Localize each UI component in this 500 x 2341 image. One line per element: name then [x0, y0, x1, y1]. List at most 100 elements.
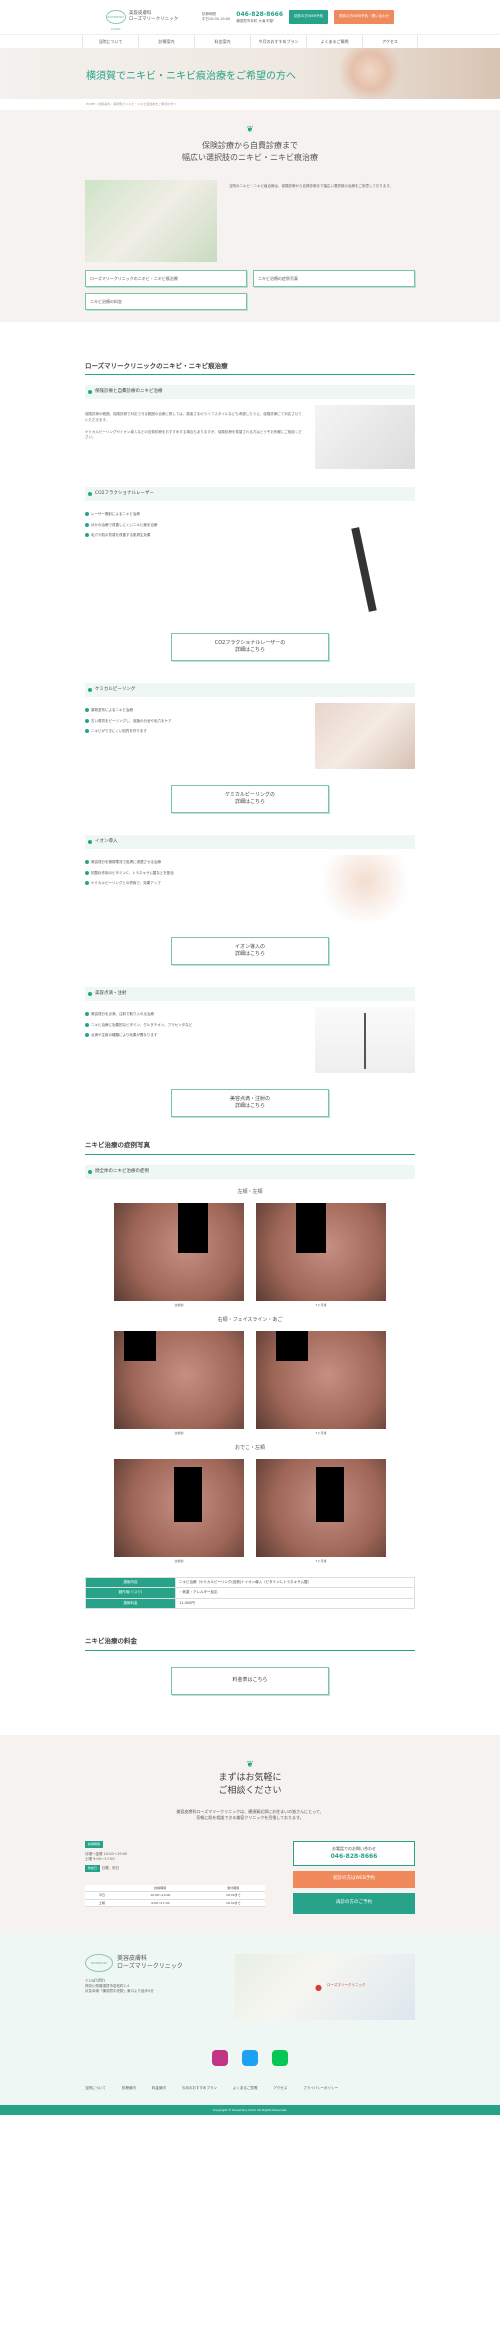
intro-model-photo — [85, 179, 217, 262]
hours-td: 18:30まで — [201, 1891, 265, 1900]
revisit-booking-button[interactable]: 再診の方のご予約 — [293, 1892, 415, 1914]
footer-link[interactable]: 今月のおすすめプラン — [182, 2086, 217, 2091]
check-item: ケミカルピーリングとの併用で、効果アップ — [85, 880, 305, 886]
main-content: ローズマリークリニックのニキビ・ニキビ痕治療 保険診療と自費診療のニキビ治療 保… — [85, 362, 415, 1695]
copyright: Copyright © Rosemary Clinic All Rights R… — [0, 2104, 500, 2115]
breadcrumb: HOME › 診療案内 › 横須賀でニキビ・ニキビ痕治療をご希望の方へ — [86, 102, 177, 106]
case-after-image — [256, 1330, 386, 1429]
section-title-treatment: ローズマリークリニックのニキビ・ニキビ痕治療 — [85, 362, 415, 376]
block-heading: イオン導入 — [85, 835, 415, 850]
breadcrumb-current: 横須賀でニキビ・ニキビ痕治療をご希望の方へ — [113, 102, 177, 106]
check-item: ほかの治療で改善しにくいニキビ痕を治療 — [85, 522, 305, 528]
case-after-image — [256, 1458, 386, 1557]
contact-title-line2: ご相談ください — [218, 1785, 282, 1796]
after-caption: 3ヶ月後 — [315, 1302, 327, 1307]
table-header: 施術内容 — [85, 1576, 176, 1589]
block-text: 保険診療の範囲、保険診療で対応できる範囲の治療に際しては、患者さまのライフスタイ… — [85, 412, 302, 422]
case-label: 左頬・左頬 — [237, 1189, 263, 1195]
button-label: 詳細はこちら — [234, 799, 265, 806]
twitter-icon[interactable] — [242, 2049, 258, 2066]
intro-text: 当院のニキビ・ニキビ痕治療は、保険診療から自費診療まで幅広い選択肢の治療をご用意… — [229, 183, 393, 188]
footer-link[interactable]: 当院について — [85, 2086, 106, 2091]
hours-td: 16:30まで — [201, 1899, 265, 1908]
case-after-image — [256, 1202, 386, 1301]
footer-link[interactable]: 料金案内 — [152, 2086, 166, 2091]
co2-detail-button[interactable]: CO2フラクショナルレーザーの 詳細はこちら — [171, 633, 329, 662]
header-hours: 診療時間 平日10:00-19:00 — [202, 12, 230, 21]
footer-link[interactable]: 診療案内 — [122, 2086, 136, 2091]
check-item: ニキビができにくい肌質を作ります — [85, 728, 305, 734]
global-nav: 当院について 診療案内 料金案内 今月のおすすめプラン よくあるご質問 アクセス — [0, 34, 500, 48]
social-links — [85, 2049, 415, 2066]
toc-list: ローズマリークリニックのニキビ・ニキビ痕治療 ニキビ治療の症例写真 ニキビ治療の… — [85, 269, 415, 310]
breadcrumb-home[interactable]: HOME — [86, 102, 95, 106]
before-caption: 治療前 — [174, 1558, 184, 1563]
case-pair: 治療前 3ヶ月後 — [85, 1330, 415, 1436]
iv-detail-button[interactable]: 美容点滴・注射の 詳細はこちら — [171, 1089, 329, 1118]
section-title-price: ニキビ治療の料金 — [85, 1637, 415, 1651]
nav-item-treatment[interactable]: 診療案内 — [138, 35, 194, 48]
section-title-cases: ニキビ治療の症例写真 — [85, 1141, 415, 1155]
clinic-logo[interactable]: ROSEMARY CLINIC 美容皮膚科 ローズマリークリニック — [105, 10, 196, 31]
iv-drip-image — [315, 1007, 415, 1074]
case-before-image — [114, 1202, 244, 1301]
case-label: 右頬・フェイスライン・あご — [217, 1317, 283, 1323]
phone-box[interactable]: お電話でのお問い合わせ 046-828-8666 — [293, 1841, 415, 1867]
breadcrumb-treatment[interactable]: 診療案内 — [98, 102, 110, 106]
footer-link[interactable]: プライバシーポリシー — [303, 2086, 338, 2091]
check-item: 抗酸化作用のビタミンC、トラネキサム酸などを配合 — [85, 870, 305, 876]
before-caption: 治療前 — [174, 1302, 184, 1307]
logo-mark: ROSEMARY CLINIC — [105, 10, 126, 31]
site-footer: ROSEMARY CLINIC 美容皮膚科ローズマリークリニック 〒238-00… — [0, 1933, 500, 2105]
check-item: 美容成分を点滴、注射で取り入れる治療 — [85, 1012, 305, 1017]
ion-detail-button[interactable]: イオン導入の 詳細はこちら — [171, 937, 329, 966]
case-pair: 治療前 3ヶ月後 — [85, 1458, 415, 1564]
table-cell: 11,000円 — [175, 1597, 415, 1609]
intro-title-line1: 保険診療から自費診療まで — [202, 140, 298, 150]
peeling-detail-button[interactable]: ケミカルピーリングの 詳細はこちら — [171, 785, 329, 814]
footer-link[interactable]: よくあるご質問 — [233, 2086, 258, 2091]
web-reserve2-button[interactable]: 再診の方WEB予約・問い合わせ — [334, 10, 395, 24]
hero-banner: 横須賀でニキビ・ニキビ痕治療をご希望の方へ — [0, 48, 500, 99]
logo-line2: ローズマリークリニック — [128, 17, 179, 22]
map-label: ローズマリークリニック — [327, 1982, 366, 1987]
access-map[interactable]: ● ローズマリークリニック — [235, 1953, 415, 2020]
check-item: 古い角質をピーリングし、皮脂の分泌や毛穴をケア — [85, 718, 305, 724]
hours-th: 受付時間 — [201, 1884, 265, 1893]
toc-item-treatment[interactable]: ローズマリークリニックのニキビ・ニキビ痕治療 — [85, 269, 247, 287]
footer-address: 〒238-0007 神奈川県横須賀市若松町2-4 京急本線「横須賀中央駅」東口よ… — [85, 1978, 154, 1994]
header-phone[interactable]: 046-828-8666 — [236, 10, 283, 19]
hours-tag: 診療時間 — [85, 1841, 104, 1848]
case-pair: 治療前 3ヶ月後 — [85, 1202, 415, 1308]
nav-item-price[interactable]: 料金案内 — [194, 35, 250, 48]
cases-subheading: 顔全体のニキビ治療の症例 — [85, 1165, 415, 1179]
header-address: 横須賀市本町 大滝 町駅 — [236, 19, 274, 24]
price-list-button[interactable]: 料金表はこちら — [171, 1666, 329, 1695]
nav-item-faq[interactable]: よくあるご質問 — [306, 35, 362, 48]
instagram-icon[interactable] — [212, 2049, 228, 2066]
nav-item-about[interactable]: 当院について — [82, 35, 138, 48]
web-reserve-button[interactable]: 初診の方WEB予約 — [289, 10, 329, 24]
block-text: ケミカルピーリングやイオン導入などの自費診療をおすすめする場合もありますが、保険… — [85, 429, 302, 439]
check-item: レーザー照射によるニキビ治療 — [85, 512, 305, 517]
nav-item-access[interactable]: アクセス — [362, 35, 418, 48]
contact-text-line2: 気軽に肌を相談できる美容クリニックを目指しております。 — [196, 1815, 304, 1821]
footer-logo: ROSEMARY CLINIC — [85, 1953, 113, 1981]
toc-item-price[interactable]: ニキビ治療の料金 — [85, 292, 247, 310]
hours-td: 平日 — [85, 1891, 120, 1900]
web-booking-button[interactable]: 初診の方はWEB予約 — [293, 1871, 415, 1888]
table-header: 副作用(リスク) — [85, 1587, 176, 1599]
check-item: 毛穴や肌の質感を改善する肌再生効果 — [85, 532, 305, 538]
hours-text: 月曜～金曜 10:00～19:00 土曜 9:00～17:00 — [85, 1851, 128, 1861]
footer-clinic-line1: 美容皮膚科 — [117, 1954, 148, 1962]
line-icon[interactable] — [272, 2049, 288, 2066]
nav-item-plan[interactable]: 今月のおすすめプラン — [250, 35, 306, 48]
hours-th — [85, 1884, 120, 1893]
toc-item-cases[interactable]: ニキビ治療の症例写真 — [253, 269, 415, 287]
page-title: 横須賀でニキビ・ニキビ痕治療をご希望の方へ — [86, 71, 296, 82]
check-item: 薬剤塗布によるニキビ治療 — [85, 708, 305, 713]
hero-model-image — [335, 48, 405, 99]
leaf-icon: ❦ — [246, 125, 254, 135]
contact-phone: 046-828-8666 — [330, 1853, 378, 1861]
footer-link[interactable]: アクセス — [273, 2086, 287, 2091]
